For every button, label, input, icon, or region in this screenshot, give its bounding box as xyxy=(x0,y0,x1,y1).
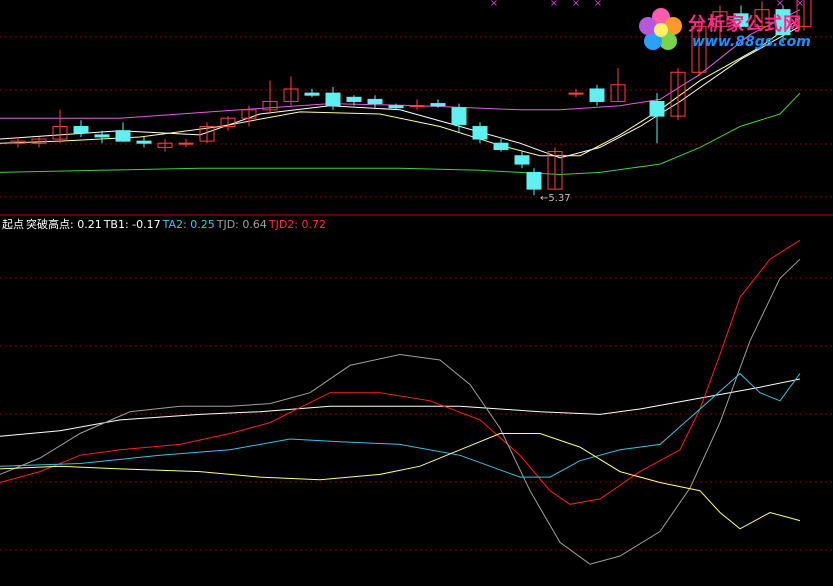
flower-logo-icon xyxy=(639,8,682,50)
top-marker-1: × xyxy=(550,0,558,9)
candle-body-20 xyxy=(430,103,446,107)
candle-body-19 xyxy=(409,105,425,108)
header-item-4: TJD: 0.64 xyxy=(216,218,267,231)
logo: 分析家公式网 www.88gs.com xyxy=(636,4,831,56)
top-marker-2: × xyxy=(572,0,580,9)
candle-body-24 xyxy=(514,155,530,165)
top-marker-0: × xyxy=(490,0,498,9)
candle-body-3 xyxy=(73,126,89,134)
logo-title: 分析家公式网 xyxy=(688,14,802,35)
candle-body-17 xyxy=(367,98,383,105)
candle-body-21 xyxy=(451,107,467,125)
candle-body-14 xyxy=(304,92,320,96)
candle-body-28 xyxy=(589,88,605,102)
header-item-0: 起点 xyxy=(2,218,24,231)
header-item-5: TJD2: 0.72 xyxy=(268,218,327,231)
series-line-tjd xyxy=(0,258,801,565)
header-item-2: TB1: -0.17 xyxy=(103,218,161,231)
top-marker-3: × xyxy=(594,0,602,9)
header-item-3: TA2: 0.25 xyxy=(162,218,215,231)
candle-body-18 xyxy=(388,105,404,109)
logo-url: www.88gs.com xyxy=(692,34,811,50)
series-line-tb1 xyxy=(0,378,801,437)
series-line-ta xyxy=(0,433,801,530)
candle-body-16 xyxy=(346,96,362,102)
candle-body-22 xyxy=(472,126,488,140)
chart-canvas: × × × × × × xyxy=(0,0,833,565)
candle-body-5 xyxy=(115,130,131,142)
candle-body-27 xyxy=(568,92,584,95)
candle-body-4 xyxy=(94,134,110,138)
indicator-header: 起点 突破高点: 0.21 TB1: -0.17 TA2: 0.25 TJD: 0.64… xyxy=(2,218,328,232)
low-price-label: ←5.37 xyxy=(540,193,571,204)
series-line-ta2 xyxy=(0,372,801,478)
candle-body-25 xyxy=(526,171,542,190)
header-item-1: 突破高点: 0.21 xyxy=(26,218,102,231)
series-line-tjd2 xyxy=(0,239,801,505)
low-price-value: 5.37 xyxy=(548,193,571,204)
candle-body-6 xyxy=(136,140,152,144)
candle-body-8 xyxy=(178,142,194,145)
candle-body-15 xyxy=(325,92,341,107)
candle-body-23 xyxy=(493,142,509,150)
candle-body-30 xyxy=(649,100,665,117)
